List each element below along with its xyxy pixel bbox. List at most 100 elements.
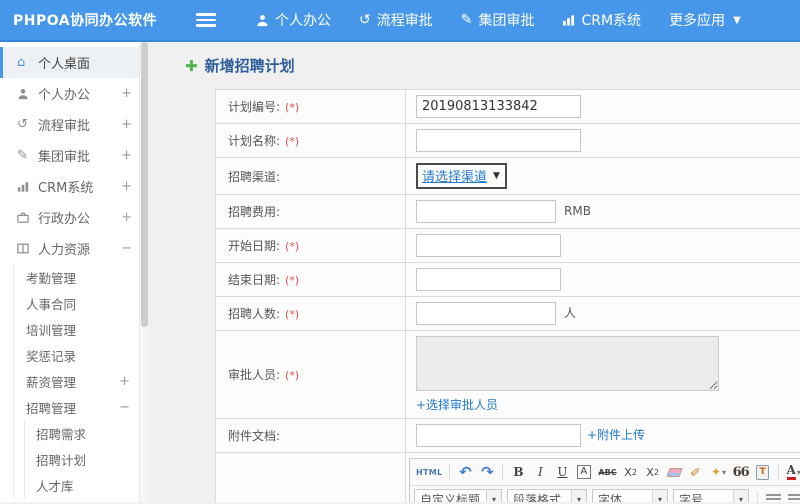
sidebar-item-hr-contract[interactable]: 人事合同 <box>14 290 148 316</box>
expand-icon[interactable]: + <box>121 117 132 132</box>
sidebar-item-human-resources[interactable]: 人力资源 − <box>0 233 148 264</box>
field-label: 招聘人数: <box>228 307 281 321</box>
sidebar-item-group-approval[interactable]: ✎ 集团审批 + <box>0 140 148 171</box>
align-left-button[interactable] <box>763 490 783 502</box>
subscript-button[interactable]: X2 <box>643 462 663 482</box>
font-size-dropdown[interactable]: 字号 ▾ <box>673 489 749 502</box>
autoformat-button[interactable]: ✦ ▾ <box>709 462 729 482</box>
table-row: 结束日期: (*) <box>215 262 800 297</box>
sidebar-item-crm[interactable]: CRM系统 + <box>0 171 148 202</box>
nav-more-apps[interactable]: 更多应用 ▼ <box>655 10 755 30</box>
currency-suffix: RMB <box>564 204 591 218</box>
recruit-fee-input[interactable] <box>416 200 556 223</box>
select-approver-link[interactable]: +选择审批人员 <box>416 398 498 412</box>
attachment-input[interactable] <box>416 424 581 447</box>
custom-heading-dropdown[interactable]: 自定义标题 ▾ <box>414 489 502 502</box>
field-label: 计划名称: <box>228 134 281 148</box>
anchor-a-button[interactable]: A <box>577 465 592 479</box>
attachment-upload-link[interactable]: +附件上传 <box>587 428 645 442</box>
font-family-dropdown[interactable]: 字体 ▾ <box>592 489 668 502</box>
clean-html-button[interactable]: ✏ <box>687 462 707 482</box>
editor-toolbar-row2: 自定义标题▾ 段落格式▾ 字体▾ 字号▾ ∞ <box>410 486 800 502</box>
field-label: 附件文档: <box>228 429 281 443</box>
collapse-icon[interactable]: − <box>121 241 132 256</box>
sidebar-scrollbar[interactable] <box>139 42 148 502</box>
channel-select[interactable]: 请选择渠道 ▼ <box>416 163 507 189</box>
expand-icon[interactable]: + <box>121 86 132 101</box>
briefcase-icon <box>17 212 38 223</box>
sidebar-item-training[interactable]: 培训管理 <box>14 316 148 342</box>
broom-icon: ✏ <box>687 462 706 482</box>
clipboard-icon: T <box>756 464 770 480</box>
recruitment-submenu: 招聘需求 招聘计划 人才库 <box>24 420 148 498</box>
headcount-input[interactable] <box>416 302 556 325</box>
bold-button[interactable]: B <box>508 462 528 482</box>
required-mark: (*) <box>285 308 300 321</box>
sidebar-item-rewards[interactable]: 奖惩记录 <box>14 342 148 368</box>
nav-workflow-approval[interactable]: ↺ 流程审批 <box>345 10 447 30</box>
rich-text-editor: HTML ↶ ↷ B I U A ABC X2 X2 ✏ ✦ ▾ 66 T A … <box>409 458 800 502</box>
blockquote-button[interactable]: 66 <box>731 462 751 482</box>
table-row: HTML ↶ ↷ B I U A ABC X2 X2 ✏ ✦ ▾ 66 T A … <box>215 452 800 502</box>
nav-crm-system[interactable]: CRM系统 <box>548 10 655 30</box>
required-mark: (*) <box>285 274 300 287</box>
sidebar-item-workflow-approval[interactable]: ↺ 流程审批 + <box>0 109 148 140</box>
expand-icon[interactable]: + <box>121 148 132 163</box>
field-label: 审批人员: <box>228 368 281 382</box>
table-row: 招聘渠道: 请选择渠道 ▼ <box>215 157 800 195</box>
sidebar-item-attendance[interactable]: 考勤管理 <box>14 264 148 290</box>
page-title: ✚ 新增招聘计划 <box>185 55 800 76</box>
table-row: 招聘费用: RMB <box>215 194 800 229</box>
underline-button[interactable]: U <box>552 462 572 482</box>
plan-name-input[interactable] <box>416 129 581 152</box>
nav-personal-office[interactable]: 个人办公 <box>242 10 345 30</box>
flow-undo-icon: ↺ <box>17 117 28 132</box>
align-center-icon <box>788 494 800 502</box>
caret-down-icon: ▾ <box>733 490 748 502</box>
start-date-input[interactable] <box>416 234 561 257</box>
expand-icon[interactable]: + <box>121 179 132 194</box>
superscript-button[interactable]: X2 <box>621 462 641 482</box>
sidebar-item-personal-desktop[interactable]: ⌂ 个人桌面 <box>0 47 148 78</box>
align-center-button[interactable] <box>785 490 800 502</box>
sidebar-item-talent-pool[interactable]: 人才库 <box>25 472 148 498</box>
person-icon <box>256 14 269 27</box>
sidebar-item-salary[interactable]: 薪资管理 + <box>14 368 148 394</box>
sidebar-item-personal-office[interactable]: 个人办公 + <box>0 78 148 109</box>
edit-icon: ✎ <box>17 148 28 163</box>
menu-toggle-icon[interactable] <box>196 10 216 30</box>
redo-icon[interactable]: ↷ <box>477 462 497 482</box>
font-color-icon: A <box>786 464 796 480</box>
caret-down-icon: ▾ <box>486 490 501 502</box>
align-left-icon <box>765 494 781 502</box>
plan-number-input[interactable] <box>416 95 581 118</box>
remove-format-button[interactable] <box>665 462 685 482</box>
main-content: ✚ 新增招聘计划 计划编号: (*) 计划名称: (*) 招聘渠道: 请选择渠道 ▼ <box>148 42 800 502</box>
table-row: 附件文档: +附件上传 <box>215 418 800 453</box>
end-date-input[interactable] <box>416 268 561 291</box>
italic-button[interactable]: I <box>530 462 550 482</box>
caret-down-icon: ▼ <box>733 14 741 26</box>
sidebar-item-recruitment[interactable]: 招聘管理 − <box>14 394 148 420</box>
font-color-button[interactable]: A▾ <box>784 462 800 482</box>
paragraph-format-dropdown[interactable]: 段落格式 ▾ <box>507 489 587 502</box>
sidebar-item-admin-office[interactable]: 行政办公 + <box>0 202 148 233</box>
strikethrough-button[interactable]: ABC <box>596 462 618 482</box>
top-nav: 个人办公 ↺ 流程审批 ✎ 集团审批 CRM系统 更多应用 ▼ <box>242 10 755 30</box>
edit-icon: ✎ <box>460 12 473 28</box>
expand-icon[interactable]: + <box>119 374 130 389</box>
scrollbar-thumb[interactable] <box>141 42 148 328</box>
html-source-button[interactable]: HTML <box>414 462 444 482</box>
paste-text-button[interactable]: T <box>753 462 773 482</box>
sidebar-item-recruit-demand[interactable]: 招聘需求 <box>25 420 148 446</box>
approver-textarea[interactable] <box>416 336 719 391</box>
caret-down-icon: ▾ <box>722 467 727 477</box>
caret-down-icon: ▾ <box>652 490 667 502</box>
bar-chart-icon <box>17 181 38 192</box>
expand-icon[interactable]: + <box>121 210 132 225</box>
collapse-icon[interactable]: − <box>119 400 130 415</box>
undo-icon[interactable]: ↶ <box>455 462 475 482</box>
nav-group-approval[interactable]: ✎ 集团审批 <box>447 10 549 30</box>
sidebar-item-recruit-plan[interactable]: 招聘计划 <box>25 446 148 472</box>
table-row: 开始日期: (*) <box>215 228 800 263</box>
